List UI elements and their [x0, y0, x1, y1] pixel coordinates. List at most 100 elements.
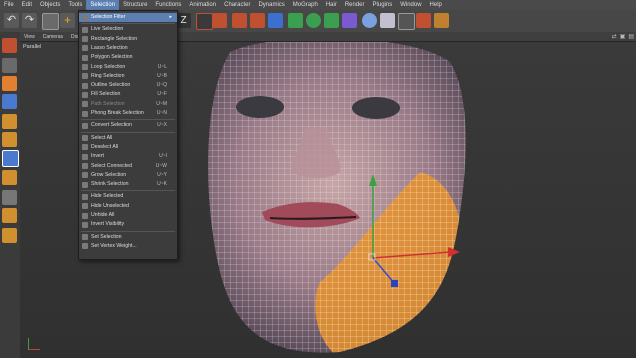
workplane-icon[interactable] [2, 94, 17, 109]
menu-item-path-selection[interactable]: Path Selection U~M [79, 100, 177, 109]
menu-file[interactable]: File [0, 0, 18, 10]
axis-mode-icon[interactable] [2, 170, 17, 185]
menu-plugins[interactable]: Plugins [369, 0, 397, 10]
arrow-icon[interactable]: ⇄ [612, 33, 617, 40]
menu-separator [81, 119, 175, 121]
menu-item-icon [82, 110, 88, 117]
scene-icon[interactable] [362, 13, 377, 28]
menu-item-set-selection[interactable]: Set Selection [79, 233, 177, 242]
grid-icon[interactable] [416, 13, 431, 28]
menu-item-hide-unselected[interactable]: Hide Unselected [79, 202, 177, 211]
make-editable-icon[interactable] [2, 38, 17, 53]
menu-item-shortcut: U~M [156, 100, 167, 107]
array-icon[interactable] [342, 13, 357, 28]
generator-icon[interactable] [306, 13, 321, 28]
viewport-menu-cameras[interactable]: Cameras [39, 34, 67, 40]
camera-icon[interactable] [398, 13, 415, 30]
menu-item-polygon-selection[interactable]: Polygon Selection [79, 53, 177, 62]
menu-dynamics[interactable]: Dynamics [254, 0, 288, 10]
light-icon[interactable] [434, 13, 449, 28]
menu-item-invert[interactable]: Invert U~I [79, 152, 177, 161]
menu-item-icon [82, 234, 88, 241]
points-mode-icon[interactable] [2, 114, 17, 129]
menu-animation[interactable]: Animation [185, 0, 220, 10]
menu-item-select-connected[interactable]: Select Connected U~W [79, 162, 177, 171]
redo-icon[interactable]: ↷ [22, 13, 37, 28]
menu-item-fill-selection[interactable]: Fill Selection U~F [79, 90, 177, 99]
menu-item-convert-selection[interactable]: Convert Selection U~X [79, 121, 177, 130]
menu-item-icon [82, 82, 88, 89]
texture-mode-icon[interactable] [2, 76, 17, 91]
menu-item-icon [82, 36, 88, 43]
cube-primitive-icon[interactable] [268, 13, 283, 28]
live-selection-icon[interactable] [42, 13, 59, 30]
menu-item-outline-selection[interactable]: Outline Selection U~Q [79, 81, 177, 90]
workplane-lock-icon[interactable] [2, 228, 17, 243]
menu-item-shortcut: U~Q [156, 82, 167, 89]
menu-hair[interactable]: Hair [322, 0, 341, 10]
environment-icon[interactable] [380, 13, 395, 28]
menu-item-ring-selection[interactable]: Ring Selection U~B [79, 72, 177, 81]
menu-item-phong-break-selection[interactable]: Phong Break Selection U~N [79, 109, 177, 118]
menu-item-icon [82, 45, 88, 52]
menu-item-label: Select All [91, 134, 113, 141]
menu-item-shortcut: U~N [156, 110, 167, 116]
tweak-mode-icon[interactable] [2, 190, 17, 205]
menu-item-icon [82, 221, 88, 228]
render-view-icon[interactable] [196, 13, 213, 30]
move-icon[interactable]: + [60, 13, 75, 28]
maximize-icon[interactable]: ▣ [620, 33, 626, 40]
menu-character[interactable]: Character [220, 0, 254, 10]
menu-window[interactable]: Window [396, 0, 425, 10]
menu-render[interactable]: Render [341, 0, 369, 10]
menu-item-icon [82, 73, 88, 80]
menu-item-label: Hide Unselected [91, 202, 130, 209]
menu-item-grow-selection[interactable]: Grow Selection U~Y [79, 171, 177, 180]
polygons-mode-icon[interactable] [2, 150, 19, 167]
menu-item-unhide-all[interactable]: Unhide All [79, 211, 177, 220]
menu-item-set-vertex-weight[interactable]: Set Vertex Weight... [79, 242, 177, 251]
undo-icon[interactable]: ↶ [4, 13, 19, 28]
right-eye [352, 97, 400, 119]
menu-help[interactable]: Help [426, 0, 446, 10]
menu-item-select-all[interactable]: Select All [79, 134, 177, 143]
edit-render-settings-icon[interactable] [250, 13, 265, 28]
menu-item-icon [82, 181, 88, 188]
menu-structure[interactable]: Structure [119, 0, 151, 10]
model-mode-icon[interactable] [2, 58, 17, 73]
menu-item-deselect-all[interactable]: Deselect All [79, 143, 177, 152]
nurbs-icon[interactable] [288, 13, 303, 28]
menu-item-label: Live Selection [91, 26, 124, 33]
menu-item-icon [82, 91, 88, 98]
menu-item-label: Selection Filter [91, 14, 126, 20]
menu-item-shortcut: U~I [159, 153, 167, 160]
menu-item-label: Set Selection [91, 233, 122, 240]
menu-item-rectangle-selection[interactable]: Rectangle Selection [79, 35, 177, 44]
menu-selection[interactable]: Selection [86, 0, 120, 10]
render-settings-icon[interactable] [212, 13, 227, 28]
menu-edit[interactable]: Edit [18, 0, 36, 10]
menu-item-label: Select Connected [91, 162, 132, 169]
edges-mode-icon[interactable] [2, 132, 17, 147]
menu-item-icon [82, 64, 88, 70]
menu-item-shrink-selection[interactable]: Shrink Selection U~K [79, 180, 177, 189]
snap-icon[interactable] [2, 208, 17, 223]
menu-item-lasso-selection[interactable]: Lasso Selection [79, 44, 177, 53]
render-picture-viewer-icon[interactable] [232, 13, 247, 28]
menu-item-invert-visibility[interactable]: Invert Visibility [79, 220, 177, 229]
deformer-icon[interactable] [324, 13, 339, 28]
menu-mograph[interactable]: MoGraph [289, 0, 322, 10]
layout-icon[interactable]: ▤ [628, 33, 634, 40]
menu-item-live-selection[interactable]: Live Selection [79, 25, 177, 34]
menu-functions[interactable]: Functions [151, 0, 185, 10]
menu-tools[interactable]: Tools [64, 0, 86, 10]
render-icon[interactable]: Z [176, 13, 191, 28]
menu-item-shortcut: U~L [157, 63, 167, 70]
menu-item-hide-selected[interactable]: Hide Selected [79, 192, 177, 201]
menu-item-loop-selection[interactable]: Loop Selection U~L [79, 63, 177, 72]
menu-item-label: Convert Selection [91, 122, 132, 129]
menu-item-icon [82, 135, 88, 142]
menu-item-selection-filter[interactable]: Selection Filter ▸ [79, 13, 177, 22]
menu-objects[interactable]: Objects [36, 0, 64, 10]
viewport-menu-view[interactable]: View [20, 34, 39, 40]
